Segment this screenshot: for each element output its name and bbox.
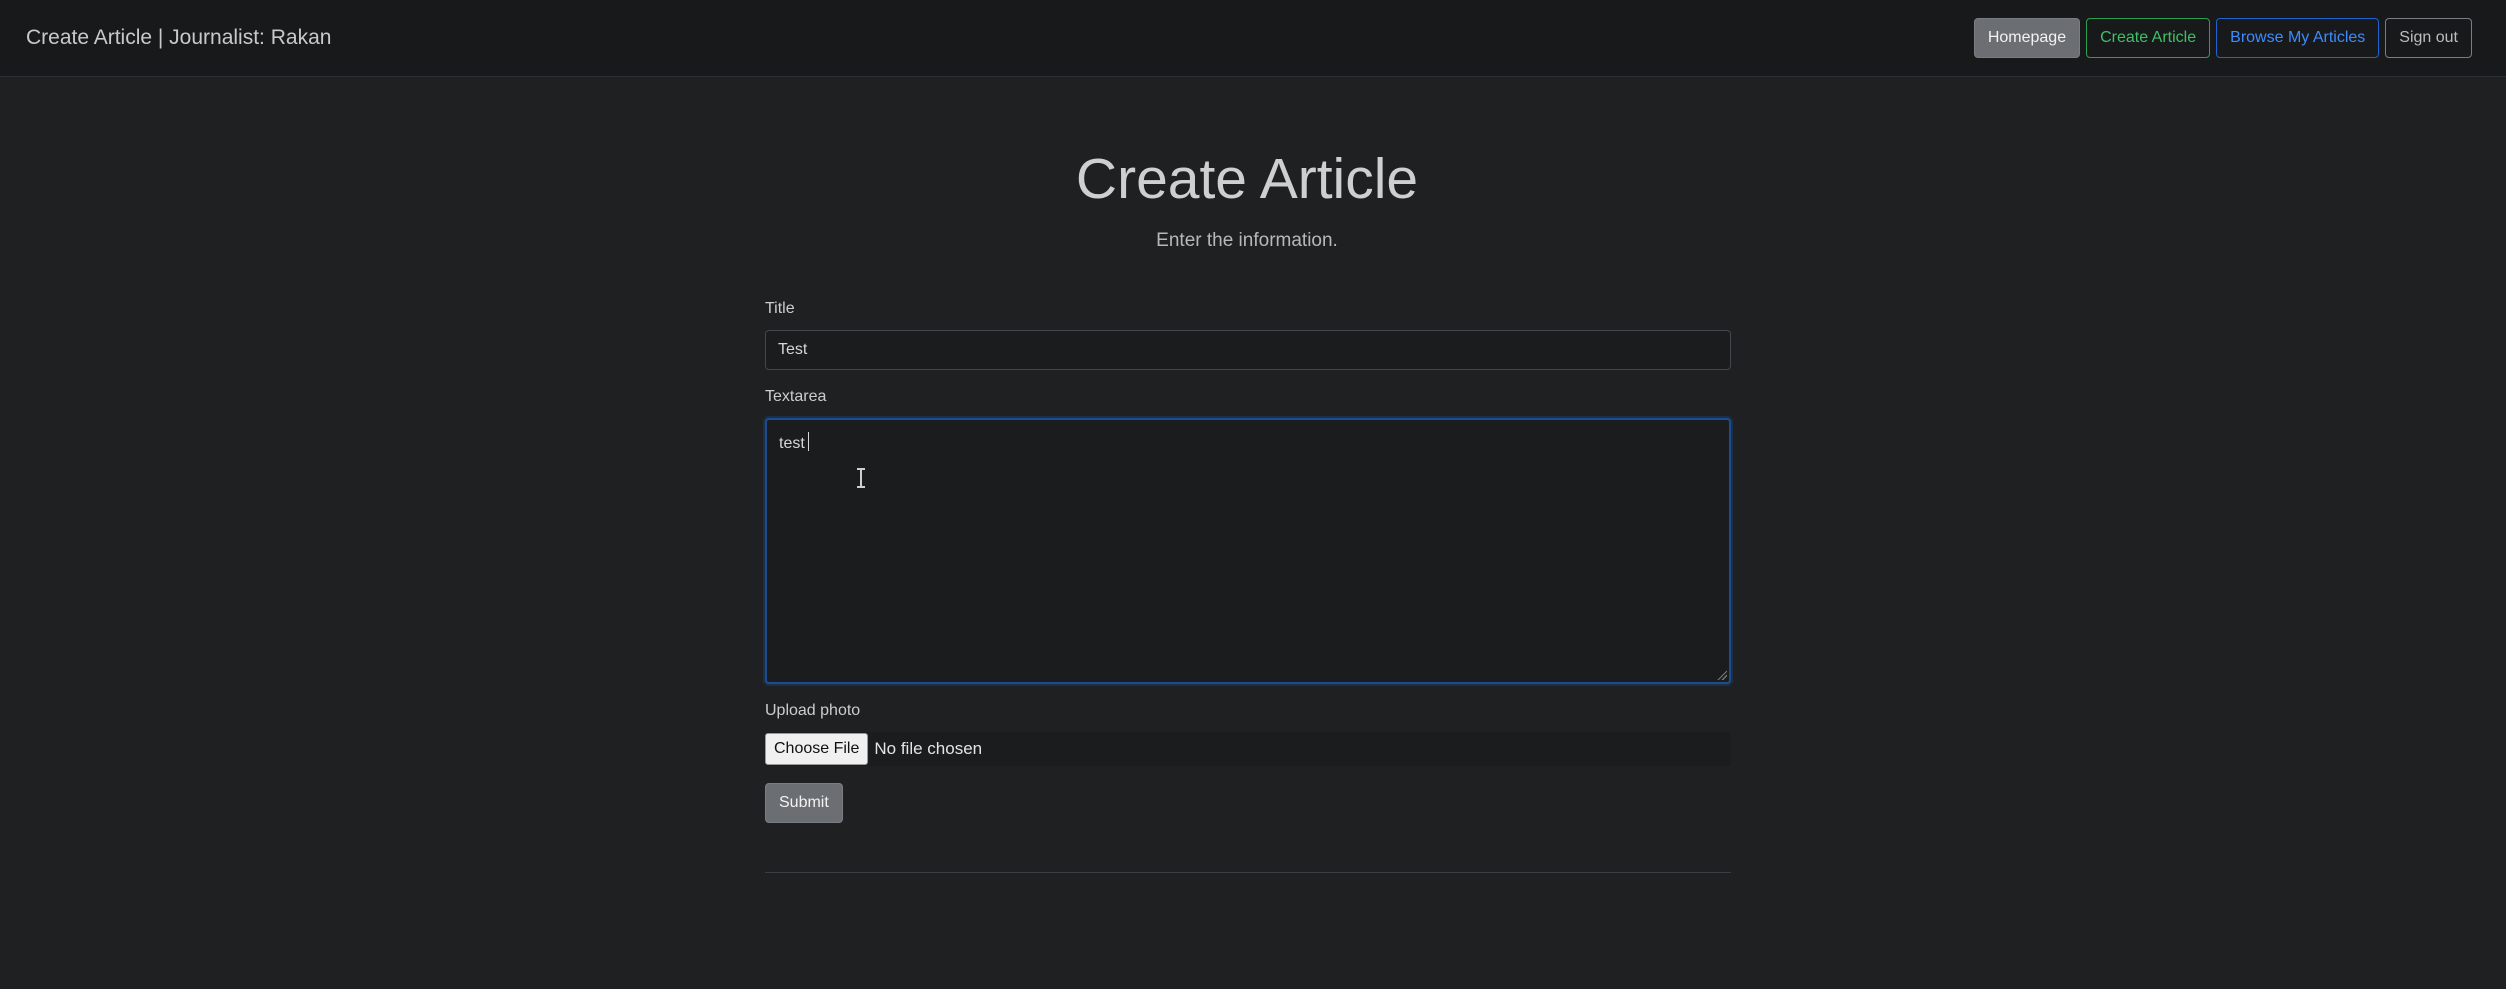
textarea-text: test [779, 435, 805, 452]
upload-photo-label: Upload photo [765, 702, 861, 719]
sign-out-button[interactable]: Sign out [2385, 18, 2472, 58]
form-divider [765, 872, 1731, 873]
text-caret [807, 432, 809, 451]
file-status-text: No file chosen [874, 739, 983, 758]
create-article-form: Title Textarea test Upload photo Choose … [765, 300, 1731, 873]
title-input[interactable] [765, 330, 1731, 370]
homepage-button[interactable]: Homepage [1973, 18, 2081, 58]
navbar-buttons: Homepage Create Article Browse My Articl… [1973, 18, 2472, 58]
resize-grip-icon[interactable] [1717, 670, 1727, 680]
page-title: Create Article [1075, 147, 1419, 211]
file-input[interactable]: Choose File No file chosen [765, 732, 1731, 766]
article-textarea[interactable]: test [765, 418, 1731, 684]
page-subtitle: Enter the information. [1156, 230, 1338, 251]
title-label: Title [765, 300, 795, 317]
submit-button[interactable]: Submit [765, 783, 843, 823]
navbar-brand: Create Article | Journalist: Rakan [26, 26, 332, 49]
create-article-button[interactable]: Create Article [2086, 18, 2211, 58]
choose-file-button[interactable]: Choose File [765, 733, 869, 765]
textarea-label: Textarea [765, 388, 827, 405]
browse-my-articles-button[interactable]: Browse My Articles [2216, 18, 2380, 58]
ibeam-cursor-icon [857, 468, 865, 488]
top-navbar: Create Article | Journalist: Rakan Homep… [0, 0, 2506, 77]
